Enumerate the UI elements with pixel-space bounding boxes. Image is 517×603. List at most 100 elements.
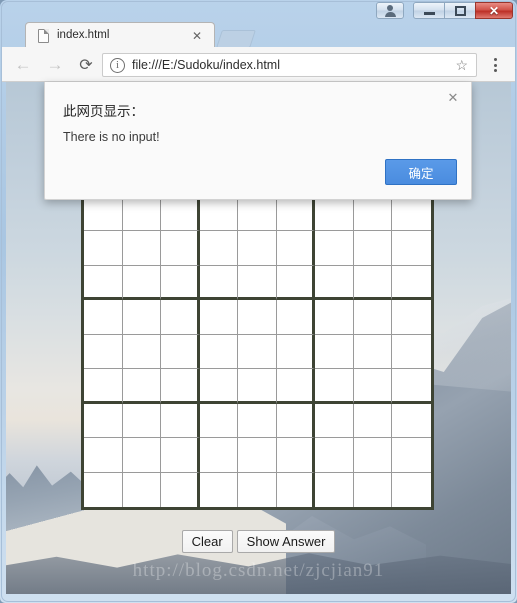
sudoku-cell[interactable] xyxy=(199,231,239,266)
back-icon[interactable]: ← xyxy=(11,53,35,77)
sudoku-cell[interactable] xyxy=(315,369,354,404)
sudoku-cell[interactable] xyxy=(122,197,162,232)
sudoku-cell[interactable] xyxy=(238,197,277,232)
sudoku-cell[interactable] xyxy=(276,300,316,335)
sudoku-cell[interactable] xyxy=(353,403,393,439)
sudoku-cell[interactable] xyxy=(161,472,200,507)
info-icon[interactable]: i xyxy=(110,58,125,73)
sudoku-cell[interactable] xyxy=(315,197,354,232)
sudoku-cell[interactable] xyxy=(84,472,123,507)
forward-icon[interactable]: → xyxy=(43,53,67,77)
sudoku-cell[interactable] xyxy=(353,438,393,473)
sudoku-cell[interactable] xyxy=(276,197,316,232)
sudoku-cell[interactable] xyxy=(276,265,316,301)
sudoku-cell[interactable] xyxy=(161,231,200,266)
browser-menu-icon[interactable] xyxy=(487,54,503,76)
sudoku-cell[interactable] xyxy=(315,438,354,473)
sudoku-cell[interactable] xyxy=(392,369,431,404)
sudoku-cell[interactable] xyxy=(353,369,393,404)
sudoku-grid[interactable] xyxy=(81,194,434,510)
browser-tab[interactable]: index.html ✕ xyxy=(25,22,215,49)
sudoku-cell[interactable] xyxy=(122,300,162,335)
sudoku-cell[interactable] xyxy=(392,472,431,507)
sudoku-cell[interactable] xyxy=(199,369,239,404)
sudoku-cell[interactable] xyxy=(238,231,277,266)
sudoku-cell[interactable] xyxy=(315,334,354,370)
sudoku-cell[interactable] xyxy=(84,334,123,370)
sudoku-cell[interactable] xyxy=(238,300,277,335)
sudoku-cell[interactable] xyxy=(238,403,277,439)
sudoku-cell[interactable] xyxy=(353,472,393,507)
clear-button[interactable]: Clear xyxy=(181,530,233,553)
sudoku-cell[interactable] xyxy=(276,231,316,266)
sudoku-cell[interactable] xyxy=(392,438,431,473)
close-window-button[interactable]: ✕ xyxy=(475,2,513,19)
sudoku-cell[interactable] xyxy=(199,334,239,370)
sudoku-cell[interactable] xyxy=(199,300,239,335)
sudoku-cell[interactable] xyxy=(315,472,354,507)
sudoku-cell[interactable] xyxy=(238,472,277,507)
sudoku-cell[interactable] xyxy=(161,265,200,301)
sudoku-cell[interactable] xyxy=(122,334,162,370)
sudoku-cell[interactable] xyxy=(276,403,316,439)
sudoku-cell[interactable] xyxy=(276,334,316,370)
tab-close-icon[interactable]: ✕ xyxy=(190,29,204,43)
sudoku-cell[interactable] xyxy=(276,472,316,507)
sudoku-cell[interactable] xyxy=(84,369,123,404)
sudoku-cell[interactable] xyxy=(315,231,354,266)
sudoku-cell[interactable] xyxy=(392,265,431,301)
sudoku-cell[interactable] xyxy=(276,369,316,404)
sudoku-cell[interactable] xyxy=(122,265,162,301)
sudoku-cell[interactable] xyxy=(161,197,200,232)
sudoku-cell[interactable] xyxy=(84,197,123,232)
sudoku-cell[interactable] xyxy=(84,403,123,439)
sudoku-cell[interactable] xyxy=(122,231,162,266)
sudoku-cell[interactable] xyxy=(315,403,354,439)
dialog-close-icon[interactable]: ✕ xyxy=(445,90,461,106)
sudoku-cell[interactable] xyxy=(122,403,162,439)
sudoku-cell[interactable] xyxy=(353,300,393,335)
sudoku-cell[interactable] xyxy=(199,265,239,301)
sudoku-cell[interactable] xyxy=(353,197,393,232)
sudoku-cell[interactable] xyxy=(84,300,123,335)
sudoku-cell[interactable] xyxy=(238,369,277,404)
sudoku-cell[interactable] xyxy=(161,438,200,473)
sudoku-cell[interactable] xyxy=(392,231,431,266)
sudoku-cell[interactable] xyxy=(315,300,354,335)
new-tab-button[interactable] xyxy=(216,30,256,48)
sudoku-cell[interactable] xyxy=(199,438,239,473)
sudoku-cell[interactable] xyxy=(84,438,123,473)
sudoku-cell[interactable] xyxy=(199,472,239,507)
bookmark-star-icon[interactable]: ☆ xyxy=(455,57,468,74)
dialog-ok-button[interactable]: 确定 xyxy=(385,159,457,185)
sudoku-cell[interactable] xyxy=(122,369,162,404)
sudoku-cell[interactable] xyxy=(238,438,277,473)
show-answer-button[interactable]: Show Answer xyxy=(236,530,336,553)
sudoku-cell[interactable] xyxy=(392,300,431,335)
sudoku-cell[interactable] xyxy=(161,403,200,439)
sudoku-cell[interactable] xyxy=(353,265,393,301)
sudoku-cell[interactable] xyxy=(199,197,239,232)
sudoku-cell[interactable] xyxy=(161,369,200,404)
sudoku-cell[interactable] xyxy=(199,403,239,439)
address-bar[interactable]: i file:///E:/Sudoku/index.html ☆ xyxy=(102,53,477,77)
sudoku-cell[interactable] xyxy=(392,197,431,232)
sudoku-cell[interactable] xyxy=(238,334,277,370)
reload-icon[interactable]: ⟳ xyxy=(74,53,98,77)
sudoku-cell[interactable] xyxy=(315,265,354,301)
sudoku-cell[interactable] xyxy=(392,403,431,439)
maximize-button[interactable] xyxy=(444,2,476,19)
sudoku-cell[interactable] xyxy=(161,334,200,370)
sudoku-cell[interactable] xyxy=(353,231,393,266)
sudoku-cell[interactable] xyxy=(276,438,316,473)
sudoku-cell[interactable] xyxy=(392,334,431,370)
sudoku-cell[interactable] xyxy=(122,438,162,473)
sudoku-cell[interactable] xyxy=(84,265,123,301)
minimize-button[interactable] xyxy=(413,2,445,19)
sudoku-cell[interactable] xyxy=(122,472,162,507)
sudoku-cell[interactable] xyxy=(161,300,200,335)
sudoku-cell[interactable] xyxy=(84,231,123,266)
user-account-button[interactable] xyxy=(376,2,404,19)
sudoku-cell[interactable] xyxy=(238,265,277,301)
sudoku-cell[interactable] xyxy=(353,334,393,370)
